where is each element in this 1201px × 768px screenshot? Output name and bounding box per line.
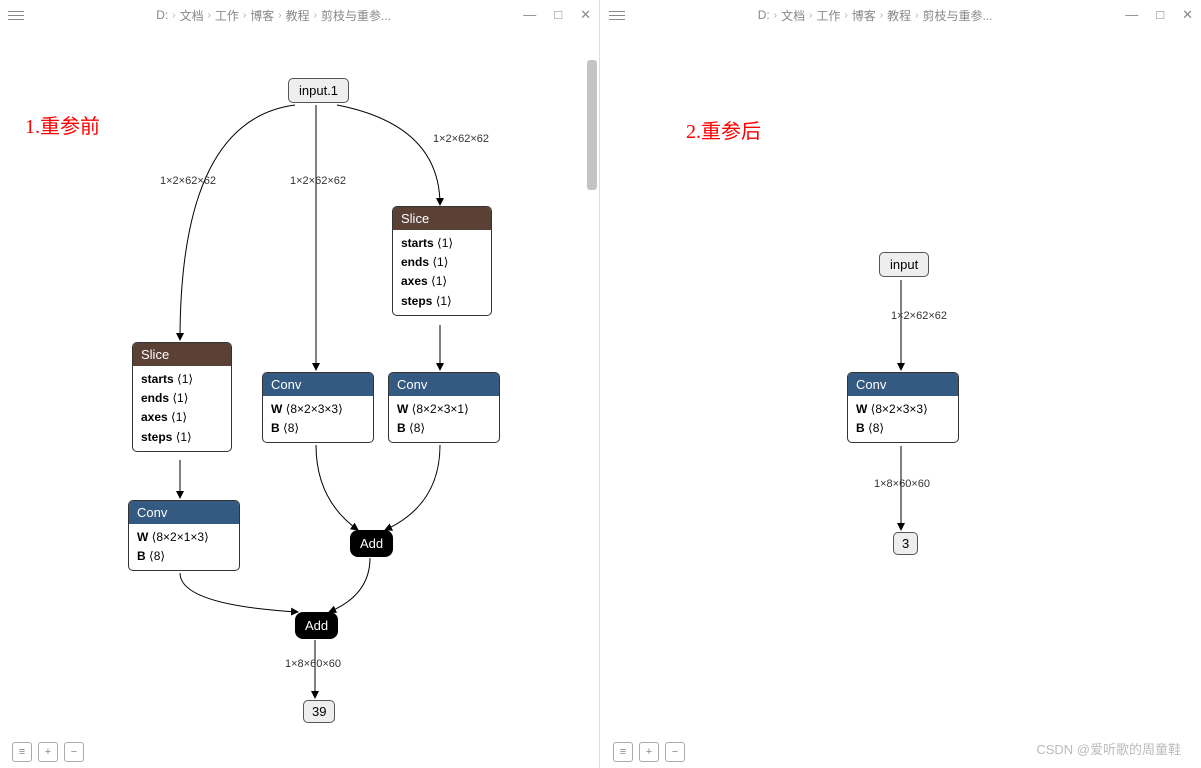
crumb[interactable]: 文档 — [781, 7, 805, 24]
zoom-out-icon[interactable]: − — [64, 742, 84, 762]
close-icon[interactable]: ✕ — [1182, 7, 1193, 23]
node-body: W ⟨8×2×3×1⟩ B ⟨8⟩ — [389, 396, 499, 442]
crumb[interactable]: 工作 — [816, 7, 840, 24]
input-node[interactable]: input — [879, 252, 929, 277]
minimize-icon[interactable]: — — [523, 7, 536, 23]
node-header: Slice — [133, 343, 231, 366]
slice-node[interactable]: Slice starts ⟨1⟩ ends ⟨1⟩ axes ⟨1⟩ steps… — [392, 206, 492, 316]
edge-label: 1×8×60×60 — [874, 478, 930, 490]
node-body: starts ⟨1⟩ ends ⟨1⟩ axes ⟨1⟩ steps ⟨1⟩ — [133, 366, 231, 451]
crumb[interactable]: 博客 — [852, 7, 876, 24]
list-icon[interactable]: ≡ — [613, 742, 633, 762]
add-node[interactable]: Add — [295, 612, 338, 639]
node-header: Conv — [263, 373, 373, 396]
slice-node[interactable]: Slice starts ⟨1⟩ ends ⟨1⟩ axes ⟨1⟩ steps… — [132, 342, 232, 452]
add-node[interactable]: Add — [350, 530, 393, 557]
crumb[interactable]: 剪枝与重参... — [321, 7, 391, 24]
footer-toolbar: ≡ + − — [12, 742, 84, 762]
list-icon[interactable]: ≡ — [12, 742, 32, 762]
titlebar: D:› 文档› 工作› 博客› 教程› 剪枝与重参... — □ ✕ — [0, 0, 599, 30]
node-header: Conv — [389, 373, 499, 396]
breadcrumb: D:› 文档› 工作› 博客› 教程› 剪枝与重参... — [625, 7, 1125, 24]
crumb[interactable]: 工作 — [215, 7, 239, 24]
graph-canvas-before[interactable]: 1.重参前 input.1 1×2×62×62 1×2× — [0, 30, 599, 738]
scrollbar[interactable] — [587, 60, 597, 190]
breadcrumb: D:› 文档› 工作› 博客› 教程› 剪枝与重参... — [24, 7, 523, 24]
output-node[interactable]: 3 — [893, 532, 918, 555]
window-before: D:› 文档› 工作› 博客› 教程› 剪枝与重参... — □ ✕ 1.重参前 — [0, 0, 600, 768]
node-header: Slice — [393, 207, 491, 230]
watermark: CSDN @爱听歌的周童鞋 — [1036, 739, 1181, 758]
node-body: starts ⟨1⟩ ends ⟨1⟩ axes ⟨1⟩ steps ⟨1⟩ — [393, 230, 491, 315]
edge-label: 1×8×60×60 — [285, 658, 341, 670]
edge-label: 1×2×62×62 — [160, 175, 216, 187]
crumb[interactable]: 博客 — [250, 7, 274, 24]
zoom-in-icon[interactable]: + — [639, 742, 659, 762]
node-body: W ⟨8×2×3×3⟩ B ⟨8⟩ — [263, 396, 373, 442]
crumb[interactable]: 剪枝与重参... — [923, 7, 993, 24]
maximize-icon[interactable]: □ — [554, 7, 562, 23]
output-node[interactable]: 39 — [303, 700, 335, 723]
crumb[interactable]: 教程 — [887, 7, 911, 24]
conv-node[interactable]: Conv W ⟨8×2×3×3⟩ B ⟨8⟩ — [847, 372, 959, 443]
zoom-out-icon[interactable]: − — [665, 742, 685, 762]
close-icon[interactable]: ✕ — [580, 7, 591, 23]
crumb-drive[interactable]: D: — [758, 8, 770, 22]
graph-canvas-after[interactable]: 2.重参后 input 1×2×62×62 Conv W ⟨8×2×3×3⟩ B… — [601, 30, 1201, 738]
footer-toolbar: ≡ + − — [613, 742, 685, 762]
conv-node[interactable]: Conv W ⟨8×2×3×3⟩ B ⟨8⟩ — [262, 372, 374, 443]
crumb[interactable]: 文档 — [180, 7, 204, 24]
conv-node[interactable]: Conv W ⟨8×2×3×1⟩ B ⟨8⟩ — [388, 372, 500, 443]
input-node[interactable]: input.1 — [288, 78, 349, 103]
edge-label: 1×2×62×62 — [433, 133, 489, 145]
titlebar: D:› 文档› 工作› 博客› 教程› 剪枝与重参... — □ ✕ — [601, 0, 1201, 30]
conv-node[interactable]: Conv W ⟨8×2×1×3⟩ B ⟨8⟩ — [128, 500, 240, 571]
maximize-icon[interactable]: □ — [1156, 7, 1164, 23]
node-body: W ⟨8×2×3×3⟩ B ⟨8⟩ — [848, 396, 958, 442]
node-header: Conv — [129, 501, 239, 524]
node-header: Conv — [848, 373, 958, 396]
annotation-after: 2.重参后 — [686, 115, 761, 144]
hamburger-icon[interactable] — [8, 11, 24, 20]
node-body: W ⟨8×2×1×3⟩ B ⟨8⟩ — [129, 524, 239, 570]
hamburger-icon[interactable] — [609, 11, 625, 20]
window-controls: — □ ✕ — [523, 7, 591, 23]
edge-label: 1×2×62×62 — [891, 310, 947, 322]
crumb[interactable]: 教程 — [286, 7, 310, 24]
crumb-drive[interactable]: D: — [156, 8, 168, 22]
annotation-before: 1.重参前 — [25, 110, 100, 139]
edge-label: 1×2×62×62 — [290, 175, 346, 187]
window-controls: — □ ✕ — [1125, 7, 1193, 23]
window-after: D:› 文档› 工作› 博客› 教程› 剪枝与重参... — □ ✕ 2.重参后… — [601, 0, 1201, 768]
zoom-in-icon[interactable]: + — [38, 742, 58, 762]
minimize-icon[interactable]: — — [1125, 7, 1138, 23]
